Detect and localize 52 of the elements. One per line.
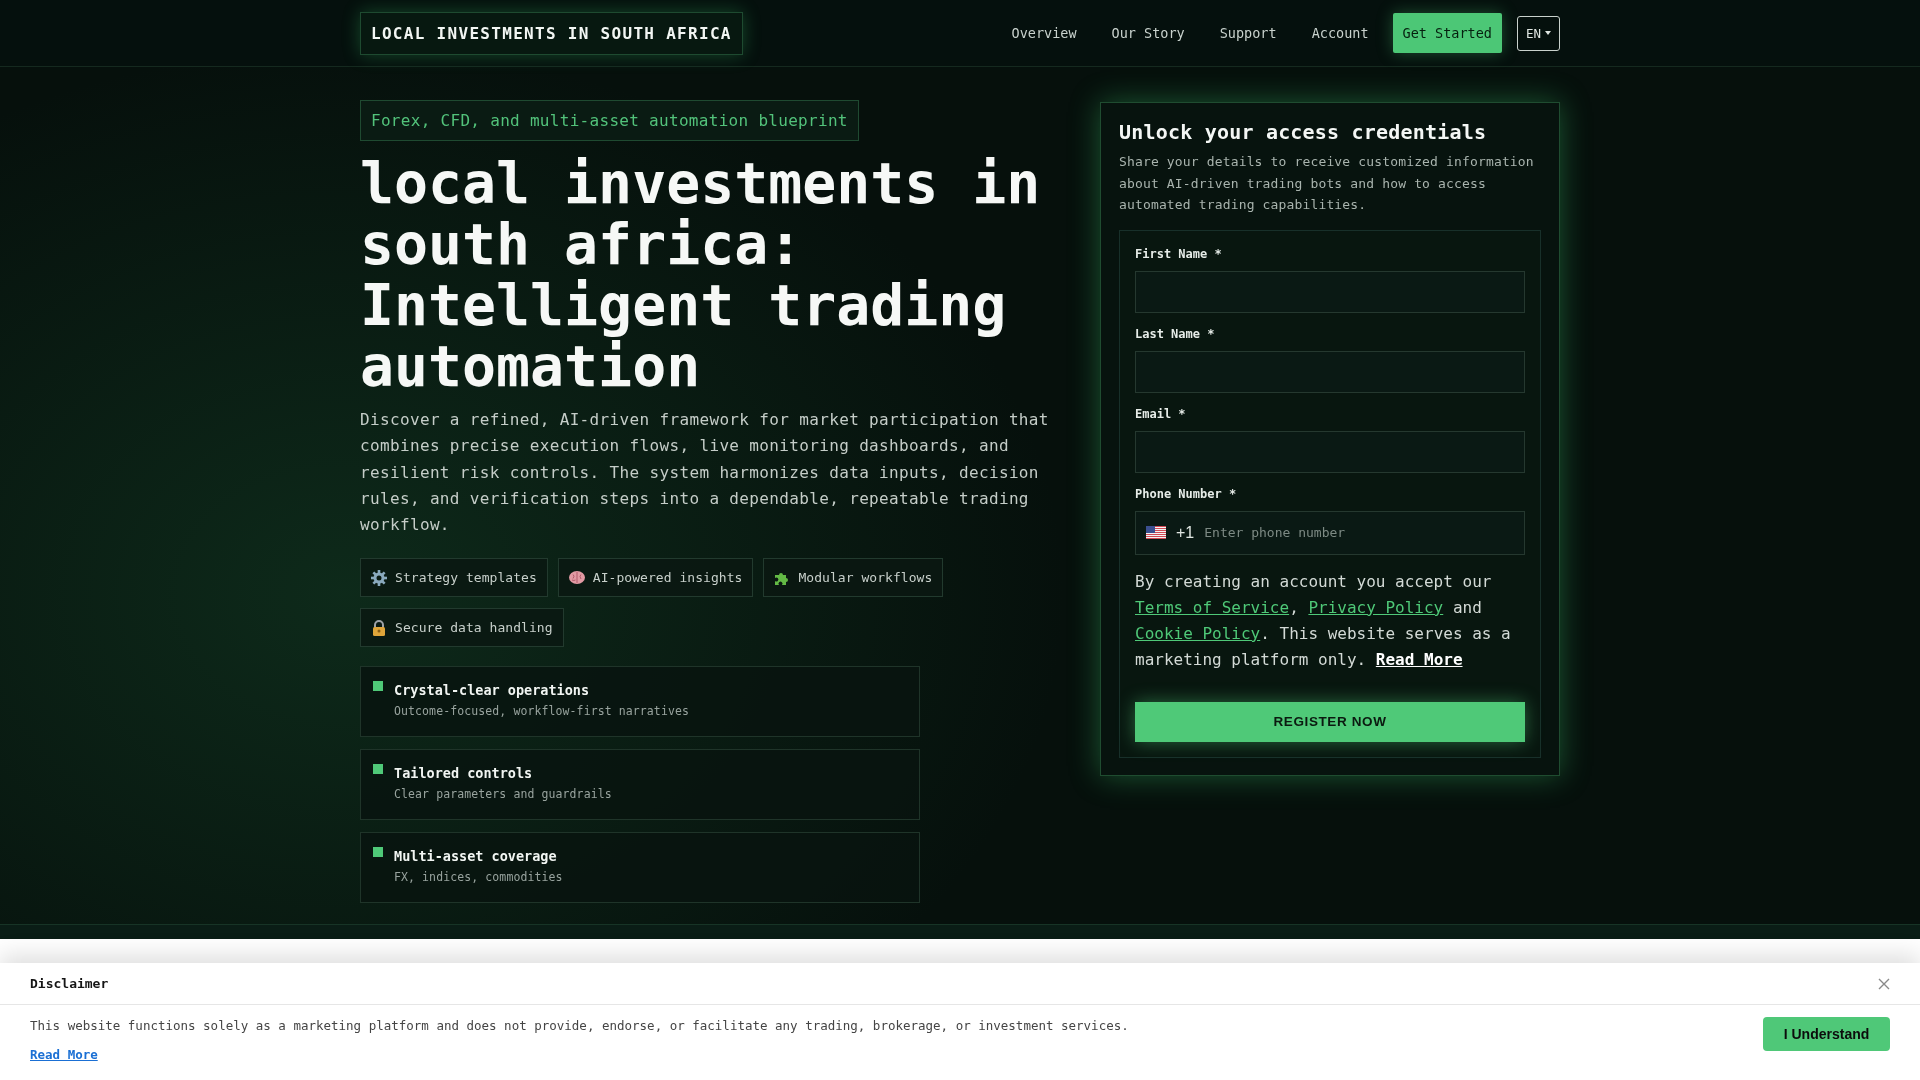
brain-icon: [568, 571, 585, 585]
field-label: Email *: [1135, 405, 1187, 423]
bullet-icon: [373, 847, 383, 858]
feature-title: Crystal-clear operations: [394, 681, 590, 700]
nav-link[interactable]: Overview: [1011, 25, 1077, 41]
consent-text: By creating an account you accept our Terms of Service, Privacy Policy and Cookie Policy. This website serves as a marketing platform only. Read More: [1135, 570, 1512, 671]
bullet-icon: [373, 681, 383, 692]
nav-link[interactable]: Account: [1311, 25, 1369, 41]
policy-link[interactable]: Cookie Policy: [1135, 623, 1261, 643]
feature-title: Tailored controls: [394, 764, 533, 783]
hero-description: Discover a refined, AI-driven framework for market participation that combines precise execution flows, live monitoring dashboards, and resilient risk controls. The system harmonizes data inputs, decision rules, and verification steps into a dependable, repeatable trading workflow.: [360, 409, 1050, 537]
site-logo[interactable]: LOCAL INVESTMENTS IN SOUTH AFRICA: [360, 11, 743, 55]
feature-subtitle: FX, indices, commodities: [394, 869, 563, 886]
form-title: Unlock your access credentials: [1119, 119, 1488, 145]
policy-link[interactable]: Privacy Policy: [1308, 597, 1444, 617]
chip-label: Strategy templates: [395, 570, 537, 586]
chip-label: AI-powered insights: [592, 570, 743, 586]
close-icon[interactable]: [1878, 977, 1890, 990]
feature-title: Multi-asset coverage: [394, 847, 557, 866]
policy-link[interactable]: Terms of Service: [1135, 597, 1290, 617]
feature-subtitle: Clear parameters and guardrails: [394, 786, 612, 803]
nav-link[interactable]: Support: [1219, 25, 1277, 41]
lock-icon: [371, 620, 387, 636]
field-label: Phone Number *: [1135, 485, 1238, 503]
read-more-link[interactable]: Read More: [1375, 649, 1463, 669]
text-input[interactable]: [1135, 430, 1525, 473]
form-description: Share your details to receive customized information about AI-driven trading bots and how to access automated trading capabilities.: [1119, 153, 1535, 214]
hero-title: local investments in south africa: Intelligent trading automation: [360, 153, 1042, 397]
phone-input[interactable]: Enter phone number: [1204, 520, 1514, 545]
disclaimer-text: This website functions solely as a marketing platform and does not provide, endorse, or facilitate any trading, brokerage, or investment services.: [30, 1017, 1129, 1035]
dial-code[interactable]: +1: [1176, 523, 1195, 542]
eyebrow-tag: Forex, CFD, and multi-asset automation blueprint: [360, 100, 859, 141]
text-input[interactable]: [1135, 270, 1525, 313]
field-label: First Name *: [1135, 245, 1223, 263]
get-started-button[interactable]: Get Started: [1392, 13, 1502, 53]
puzzle-icon: [774, 570, 791, 586]
phone-field[interactable]: +1 Enter phone number: [1135, 510, 1525, 555]
understand-button[interactable]: I Understand: [1763, 1017, 1890, 1051]
chip-label: Secure data handling: [395, 620, 553, 636]
text-input[interactable]: [1135, 350, 1525, 393]
register-button[interactable]: REGISTER NOW: [1135, 701, 1525, 742]
feature-subtitle: Outcome-focused, workflow-first narratives: [394, 703, 689, 720]
gear-icon: [371, 570, 387, 586]
caret-icon: [1545, 31, 1551, 35]
bullet-icon: [373, 764, 383, 775]
read-more-link[interactable]: Read More: [30, 1046, 98, 1064]
disclaimer-title: Disclaimer: [30, 976, 109, 991]
nav-link[interactable]: Our Story: [1111, 25, 1185, 41]
field-label: Last Name *: [1135, 325, 1216, 343]
flag-icon: [1146, 526, 1166, 539]
language-button[interactable]: EN: [1516, 15, 1560, 51]
chip-label: Modular workflows: [798, 570, 933, 586]
